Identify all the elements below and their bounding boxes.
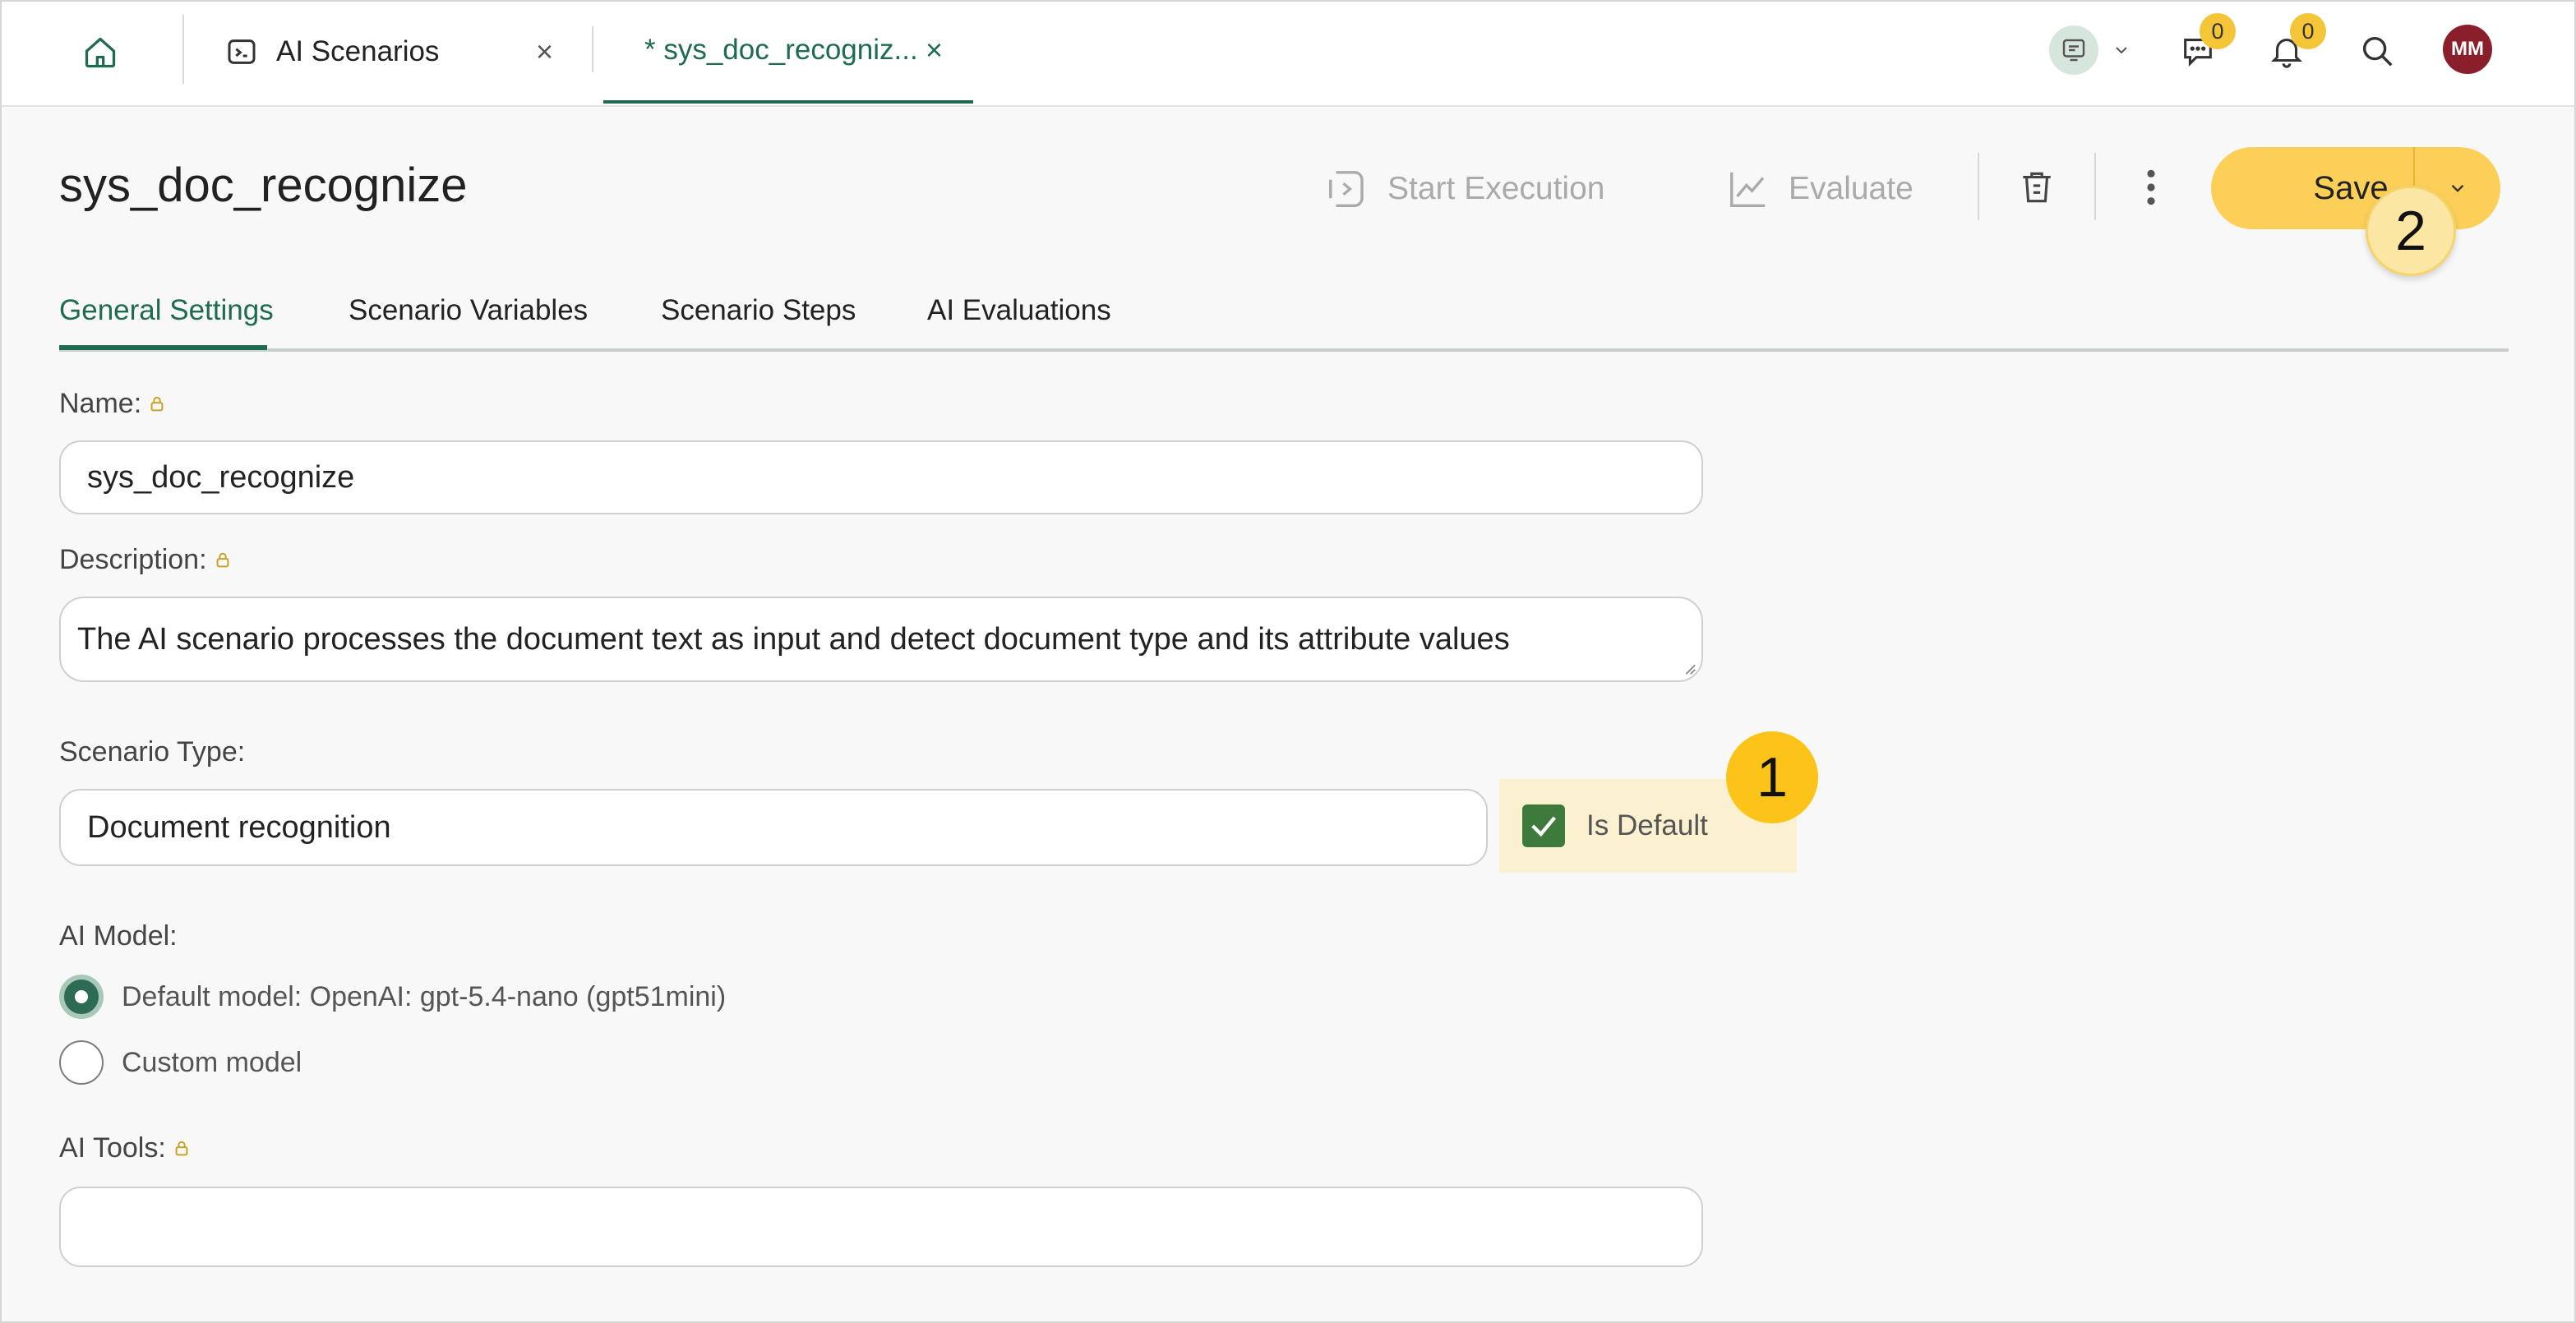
workspace-switcher[interactable] [2045,25,2135,76]
ai-model-label: AI Model: [59,920,178,952]
search-icon [2362,36,2393,67]
scenario-type-value: Document recognition [87,809,391,845]
divider [1978,153,1979,220]
tab-sys-doc-recognize[interactable]: * sys_doc_recogniz... × [603,0,973,104]
radio-custom-model[interactable]: Custom model [59,1040,302,1085]
is-default-label: Is Default [1586,809,1708,841]
page-title: sys_doc_recognize [59,159,468,212]
active-tab-indicator [59,345,267,350]
tab-scenario-variables[interactable]: Scenario Variables [349,294,588,327]
trash-icon [2023,172,2051,203]
play-icon [1329,171,1364,207]
more-actions-button[interactable] [2131,163,2172,212]
tab-ai-evaluations[interactable]: AI Evaluations [927,294,1111,327]
tab-label: AI Scenarios [276,35,440,67]
chat-badge: 0 [2200,13,2236,49]
close-tab-icon[interactable]: × [926,33,943,67]
scenario-type-field[interactable]: Document recognition [59,789,1488,866]
chevron-down-icon [2451,184,2464,192]
radio-button[interactable] [59,975,104,1019]
radio-default-model[interactable]: Default model: OpenAI: gpt-5.4-nano (gpt… [59,975,726,1019]
checkmark-icon [1531,816,1556,837]
description-value: The AI scenario processes the document t… [77,621,1510,657]
home-button[interactable] [76,30,125,76]
resize-handle-icon[interactable] [1682,661,1697,675]
more-vertical-icon [2147,169,2155,205]
tab-ai-scenarios[interactable]: AI Scenarios × [205,0,567,104]
save-button[interactable]: Save [2211,147,2500,229]
divider [592,26,593,72]
tab-label: * sys_doc_recogniz... [644,34,918,66]
chart-line-icon [1730,172,1766,207]
ai-tools-field[interactable] [59,1187,1703,1267]
divider [182,15,184,84]
divider [2094,153,2096,220]
avatar[interactable]: MM [2443,25,2492,74]
notifications-badge: 0 [2290,13,2326,49]
callout-badge: 1 [1726,731,1818,823]
description-label: Description: [59,544,232,576]
tab-general-settings[interactable]: General Settings [59,294,274,327]
tab-scenario-steps[interactable]: Scenario Steps [661,294,856,327]
top-bar: AI Scenarios × * sys_doc_recogniz... × 0… [0,0,2576,107]
name-label-text: Name: [59,388,142,419]
section-tabs: General Settings Scenario Variables Scen… [59,288,2509,352]
description-label-text: Description: [59,544,207,575]
checkbox[interactable] [1522,804,1565,847]
radio-label: Custom model [122,1046,302,1078]
callout-badge: 2 [2366,186,2456,276]
delete-button[interactable] [2012,163,2061,212]
lock-icon [216,552,229,567]
description-field[interactable]: The AI scenario processes the document t… [59,597,1703,682]
lock-icon [175,1141,188,1155]
home-icon [85,37,116,68]
ai-tools-label-text: AI Tools: [59,1132,166,1164]
name-value: sys_doc_recognize [87,459,355,495]
workspace-icon [2049,25,2098,75]
close-tab-icon[interactable]: × [536,35,553,69]
name-field[interactable]: sys_doc_recognize [59,440,1703,514]
start-execution-label: Start Execution [1387,171,1605,206]
scenario-type-label: Scenario Type: [59,736,246,768]
start-execution-button[interactable]: Start Execution [1325,164,1604,214]
radio-button[interactable] [59,1040,104,1085]
lock-icon [150,396,164,411]
search-button[interactable] [2352,26,2402,76]
evaluate-button[interactable]: Evaluate [1726,164,1914,214]
radio-label: Default model: OpenAI: gpt-5.4-nano (gpt… [122,980,727,1012]
evaluate-label: Evaluate [1789,171,1914,206]
chevron-down-icon [2116,47,2127,54]
terminal-icon [228,39,256,64]
ai-tools-label: AI Tools: [59,1132,191,1164]
name-label: Name: [59,388,166,420]
